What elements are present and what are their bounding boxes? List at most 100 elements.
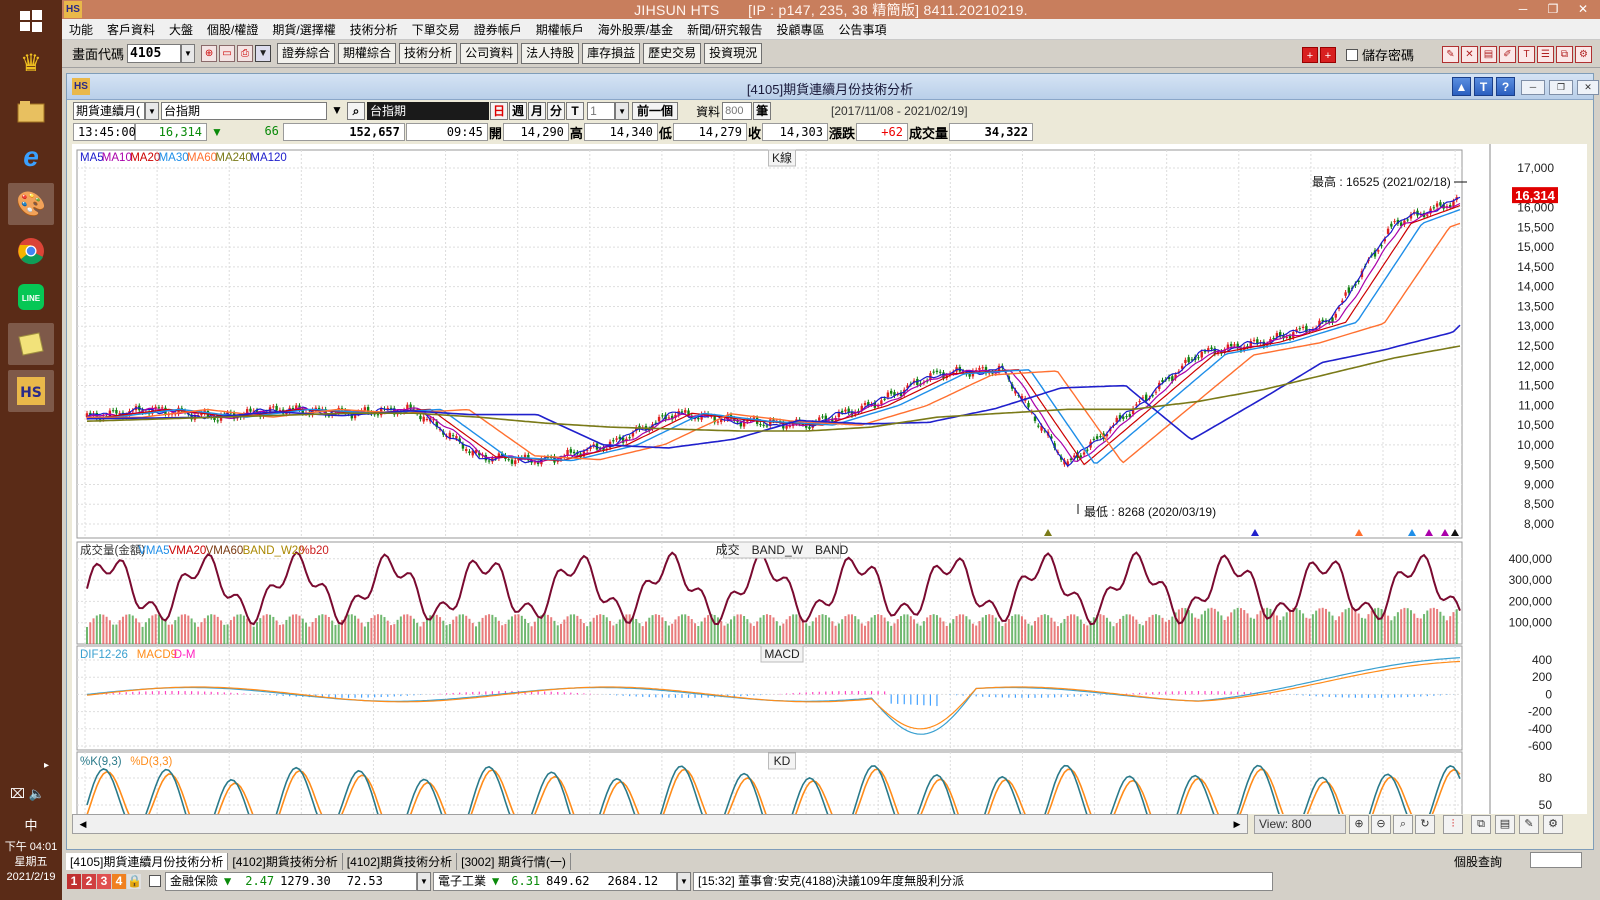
inner-restore-button[interactable]: ❐ <box>1549 80 1573 95</box>
file-manager-icon[interactable] <box>8 90 54 132</box>
scroll-left-icon[interactable]: ◀ <box>75 816 91 832</box>
save-password-checkbox[interactable] <box>1345 48 1358 61</box>
window-tab[interactable]: [4105]期貨連續月份技術分析 <box>66 852 229 870</box>
search-icon[interactable]: ⊕ <box>201 45 218 62</box>
chevron-down-icon[interactable]: ▼ <box>181 44 196 63</box>
close-button[interactable]: ✕ <box>1568 0 1598 19</box>
chrome-icon[interactable] <box>8 230 54 272</box>
text-button[interactable]: T <box>1474 77 1493 96</box>
news-ticker[interactable]: [15:32] 董事會:安克(4188)決議109年度無股利分派 <box>693 871 1273 891</box>
ticker-tab[interactable]: 3 <box>97 873 111 889</box>
zoom-in-icon[interactable]: ⊕ <box>1349 815 1369 834</box>
code-input[interactable]: 4105 <box>127 44 182 63</box>
data-unit-button[interactable]: 筆 <box>753 102 772 120</box>
window-tab[interactable]: [4102]期貨技術分析 <box>228 852 343 870</box>
quick-button[interactable]: 投資現況 <box>704 43 763 64</box>
layout-icon[interactable]: ▤ <box>1480 46 1497 63</box>
menu-item[interactable]: 期權帳戶 <box>529 21 591 38</box>
quick-button[interactable]: 法人持股 <box>521 43 580 64</box>
search-icon[interactable]: ⌕ <box>1393 815 1413 834</box>
window-icon[interactable]: ▭ <box>219 45 236 62</box>
up-arrow-button[interactable]: ▲ <box>1452 77 1471 96</box>
ime-indicator[interactable]: 中 <box>0 815 62 834</box>
zoom-out-icon[interactable]: ⊖ <box>1371 815 1391 834</box>
cross-flag-icon[interactable]: + <box>1319 46 1336 63</box>
dropdown-icon[interactable]: ▼ <box>255 45 272 62</box>
search-icon[interactable]: ⌕ <box>347 102 365 120</box>
menu-item[interactable]: 下單交易 <box>405 21 467 38</box>
jihsun-icon[interactable]: HS <box>8 370 54 412</box>
technical-chart[interactable]: 2017/11/082018/022018/042018/062018/0820… <box>72 144 1587 814</box>
ticker-tab[interactable]: 1 <box>67 873 81 889</box>
paint-icon[interactable]: 🎨 <box>8 183 54 225</box>
list-icon[interactable]: ☰ <box>1537 46 1554 63</box>
menu-item[interactable]: 公告事項 <box>832 21 894 38</box>
period-minute-button[interactable]: 分 <box>547 102 566 120</box>
period-week-button[interactable]: 週 <box>509 102 528 120</box>
chevron-down-icon[interactable]: ▼ <box>615 102 630 120</box>
settings-icon[interactable]: ⚙ <box>1575 46 1592 63</box>
index-input[interactable]: 台指期 <box>161 102 327 120</box>
menu-item[interactable]: 技術分析 <box>343 21 405 38</box>
lock-icon[interactable]: 🔒 <box>127 873 142 889</box>
menu-item[interactable]: 新聞/研究報告 <box>680 21 769 38</box>
chart-area[interactable]: 2017/11/082018/022018/042018/062018/0820… <box>72 144 1587 814</box>
ticker-checkbox[interactable] <box>149 875 161 887</box>
product-select[interactable]: 期貨連續月( <box>73 102 145 120</box>
crown-icon[interactable]: ♛ <box>8 42 54 84</box>
period-count-input[interactable]: 1 <box>587 102 616 120</box>
pen-icon[interactable]: ✎ <box>1519 815 1539 834</box>
menu-item[interactable]: 投顧專區 <box>769 21 831 38</box>
period-tick-button[interactable]: T <box>566 102 585 120</box>
tray-icons[interactable]: ⌧ 🔈 <box>10 786 45 802</box>
quick-button[interactable]: 期權綜合 <box>338 43 397 64</box>
quick-button[interactable]: 技術分析 <box>399 43 458 64</box>
chevron-down-icon[interactable]: ▼ <box>677 871 691 891</box>
quick-button[interactable]: 歷史交易 <box>643 43 702 64</box>
close-box-icon[interactable]: ✕ <box>1461 46 1478 63</box>
copy-icon[interactable]: ⧉ <box>1471 815 1491 834</box>
edit-icon[interactable]: ✐ <box>1499 46 1516 63</box>
window-tab[interactable]: [3002] 期貨行情(一) <box>457 852 571 870</box>
dropdown-arrow-icon[interactable]: ▼ <box>328 102 346 120</box>
ie-icon[interactable]: e <box>8 136 54 178</box>
tray-expand-icon[interactable]: ▸ <box>44 760 49 771</box>
help-button[interactable]: ? <box>1496 77 1515 96</box>
quick-button[interactable]: 庫存損益 <box>582 43 641 64</box>
menu-item[interactable]: 大盤 <box>162 21 200 38</box>
ticker-tab[interactable]: 2 <box>82 873 96 889</box>
quick-button[interactable]: 證券綜合 <box>277 43 336 64</box>
inner-minimize-button[interactable]: ─ <box>1521 80 1545 95</box>
settings-icon[interactable]: ⚙ <box>1543 815 1563 834</box>
clock[interactable]: 下午 04:01 星期五 2021/2/19 <box>0 840 62 885</box>
maximize-button[interactable]: ❐ <box>1538 0 1568 19</box>
line-icon[interactable]: LINE <box>8 276 54 318</box>
cross-flag-icon[interactable]: + <box>1301 46 1318 63</box>
quick-button[interactable]: 公司資料 <box>460 43 519 64</box>
scroll-right-icon[interactable]: ▶ <box>1229 816 1245 832</box>
copy-icon[interactable]: ⧉ <box>1556 46 1573 63</box>
pen-icon[interactable]: ✎ <box>1442 46 1459 63</box>
period-month-button[interactable]: 月 <box>528 102 547 120</box>
text-icon[interactable]: T <box>1518 46 1535 63</box>
chevron-down-icon[interactable]: ▼ <box>145 102 159 120</box>
minimize-button[interactable]: ─ <box>1508 0 1538 19</box>
window-tab[interactable]: [4102]期貨技術分析 <box>343 852 458 870</box>
menu-item[interactable]: 客戶資料 <box>100 21 162 38</box>
notes-icon[interactable] <box>8 323 54 365</box>
chevron-down-icon[interactable]: ▼ <box>417 871 431 891</box>
inner-close-button[interactable]: ✕ <box>1577 80 1599 95</box>
windows-icon[interactable] <box>8 0 54 42</box>
data-count-input[interactable]: 800 <box>722 102 753 120</box>
refresh-icon[interactable]: ↻ <box>1415 815 1435 834</box>
indicator-icon[interactable]: ⫶ <box>1443 815 1463 834</box>
prev-button[interactable]: 前一個 <box>632 102 679 120</box>
chart-scrollbar[interactable]: ◀ ▶ <box>72 814 1248 834</box>
ticker-tab[interactable]: 4 <box>112 873 126 889</box>
menu-item[interactable]: 個股/權證 <box>200 21 265 38</box>
stock-query-input[interactable] <box>1530 852 1582 868</box>
menu-item[interactable]: 期貨/選擇權 <box>265 21 342 38</box>
layout-icon[interactable]: ▤ <box>1495 815 1515 834</box>
menu-item[interactable]: 證券帳戶 <box>467 21 529 38</box>
menu-item[interactable]: 海外股票/基金 <box>591 21 680 38</box>
